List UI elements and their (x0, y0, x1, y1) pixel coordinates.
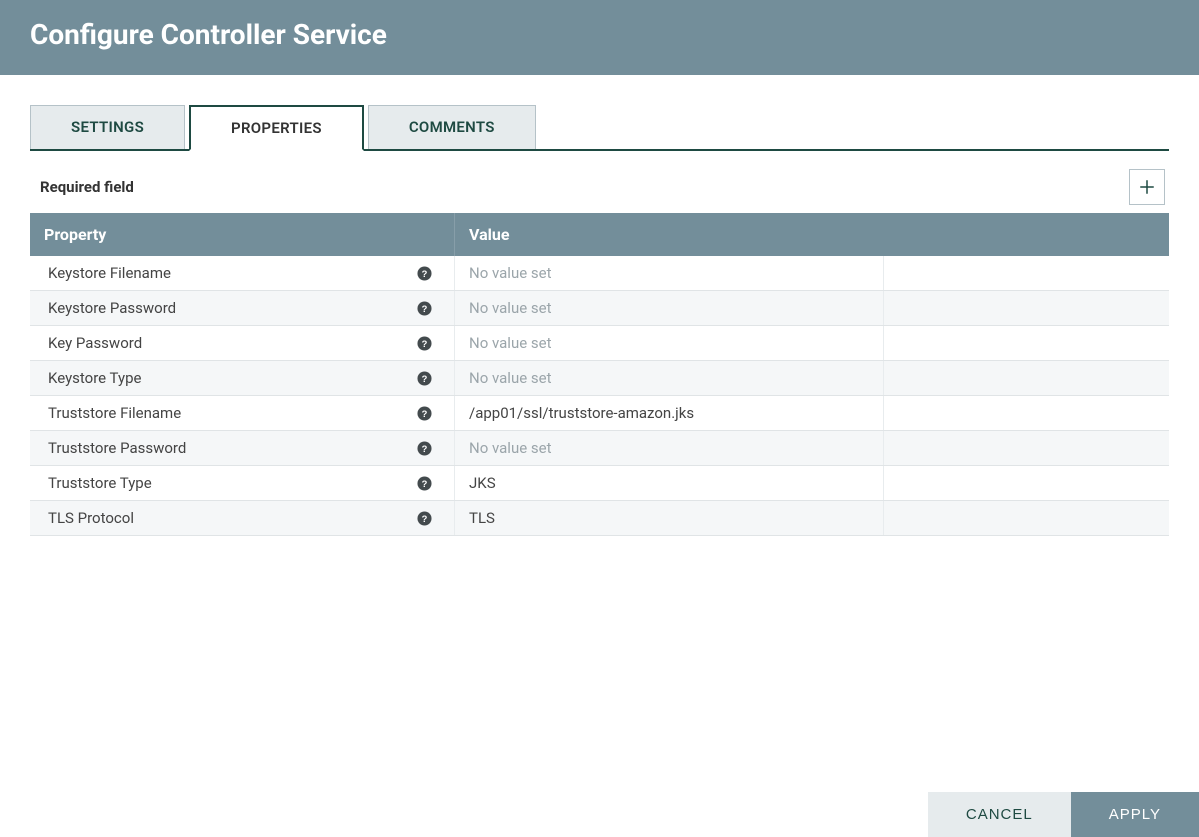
svg-text:?: ? (422, 338, 428, 348)
value-cell[interactable]: TLS (455, 501, 884, 535)
header-property: Property (30, 213, 455, 256)
plus-icon (1138, 178, 1156, 196)
property-name: Keystore Filename (48, 264, 171, 282)
table-row: Key Password?No value set (30, 326, 1169, 361)
table-row: Truststore Password?No value set (30, 431, 1169, 466)
property-cell: Keystore Password? (30, 291, 455, 325)
table-row: Truststore Filename?/app01/ssl/truststor… (30, 396, 1169, 431)
configure-dialog: Configure Controller Service SETTINGS PR… (0, 0, 1199, 837)
properties-table: Property Value Keystore Filename?No valu… (30, 213, 1169, 536)
extra-cell (884, 326, 1169, 360)
extra-cell (884, 431, 1169, 465)
dialog-header: Configure Controller Service (0, 0, 1199, 75)
table-row: Keystore Type?No value set (30, 361, 1169, 396)
property-cell: Keystore Filename? (30, 256, 455, 290)
table-row: Truststore Type?JKS (30, 466, 1169, 501)
property-name: TLS Protocol (48, 509, 134, 527)
property-cell: Keystore Type? (30, 361, 455, 395)
dialog-title: Configure Controller Service (30, 18, 1169, 51)
value-cell[interactable]: JKS (455, 466, 884, 500)
property-name: Truststore Type (48, 474, 152, 492)
tab-bar: SETTINGS PROPERTIES COMMENTS (30, 105, 1169, 151)
property-name: Truststore Password (48, 439, 186, 457)
svg-text:?: ? (422, 408, 428, 418)
property-name: Key Password (48, 334, 142, 352)
value-cell[interactable]: No value set (455, 326, 884, 360)
table-row: Keystore Filename?No value set (30, 256, 1169, 291)
help-icon[interactable]: ? (417, 441, 432, 456)
value-cell[interactable]: /app01/ssl/truststore-amazon.jks (455, 396, 884, 430)
property-cell: Truststore Password? (30, 431, 455, 465)
extra-cell (884, 256, 1169, 290)
property-name: Truststore Filename (48, 404, 181, 422)
table-header: Property Value (30, 213, 1169, 256)
apply-button[interactable]: APPLY (1071, 792, 1199, 837)
extra-cell (884, 361, 1169, 395)
extra-cell (884, 396, 1169, 430)
tab-properties[interactable]: PROPERTIES (189, 105, 364, 151)
svg-text:?: ? (422, 268, 428, 278)
property-cell: Truststore Filename? (30, 396, 455, 430)
cancel-button[interactable]: CANCEL (928, 792, 1071, 837)
help-icon[interactable]: ? (417, 371, 432, 386)
property-name: Keystore Type (48, 369, 141, 387)
help-icon[interactable]: ? (417, 266, 432, 281)
header-value: Value (455, 213, 884, 256)
header-extra (884, 213, 1169, 256)
help-icon[interactable]: ? (417, 476, 432, 491)
property-cell: TLS Protocol? (30, 501, 455, 535)
svg-text:?: ? (422, 478, 428, 488)
property-name: Keystore Password (48, 299, 176, 317)
tab-settings[interactable]: SETTINGS (30, 105, 185, 149)
dialog-content: SETTINGS PROPERTIES COMMENTS Required fi… (0, 75, 1199, 792)
value-cell[interactable]: No value set (455, 361, 884, 395)
svg-text:?: ? (422, 373, 428, 383)
help-icon[interactable]: ? (417, 301, 432, 316)
value-cell[interactable]: No value set (455, 256, 884, 290)
value-cell[interactable]: No value set (455, 431, 884, 465)
svg-text:?: ? (422, 443, 428, 453)
table-row: Keystore Password?No value set (30, 291, 1169, 326)
extra-cell (884, 466, 1169, 500)
table-body: Keystore Filename?No value setKeystore P… (30, 256, 1169, 536)
required-field-label: Required field (40, 178, 134, 196)
tab-comments[interactable]: COMMENTS (368, 105, 536, 149)
section-header: Required field (30, 169, 1169, 213)
property-cell: Truststore Type? (30, 466, 455, 500)
value-cell[interactable]: No value set (455, 291, 884, 325)
table-row: TLS Protocol?TLS (30, 501, 1169, 536)
help-icon[interactable]: ? (417, 336, 432, 351)
help-icon[interactable]: ? (417, 406, 432, 421)
svg-text:?: ? (422, 303, 428, 313)
dialog-footer: CANCEL APPLY (0, 792, 1199, 837)
extra-cell (884, 291, 1169, 325)
svg-text:?: ? (422, 513, 428, 523)
extra-cell (884, 501, 1169, 535)
property-cell: Key Password? (30, 326, 455, 360)
help-icon[interactable]: ? (417, 511, 432, 526)
add-property-button[interactable] (1129, 169, 1165, 205)
